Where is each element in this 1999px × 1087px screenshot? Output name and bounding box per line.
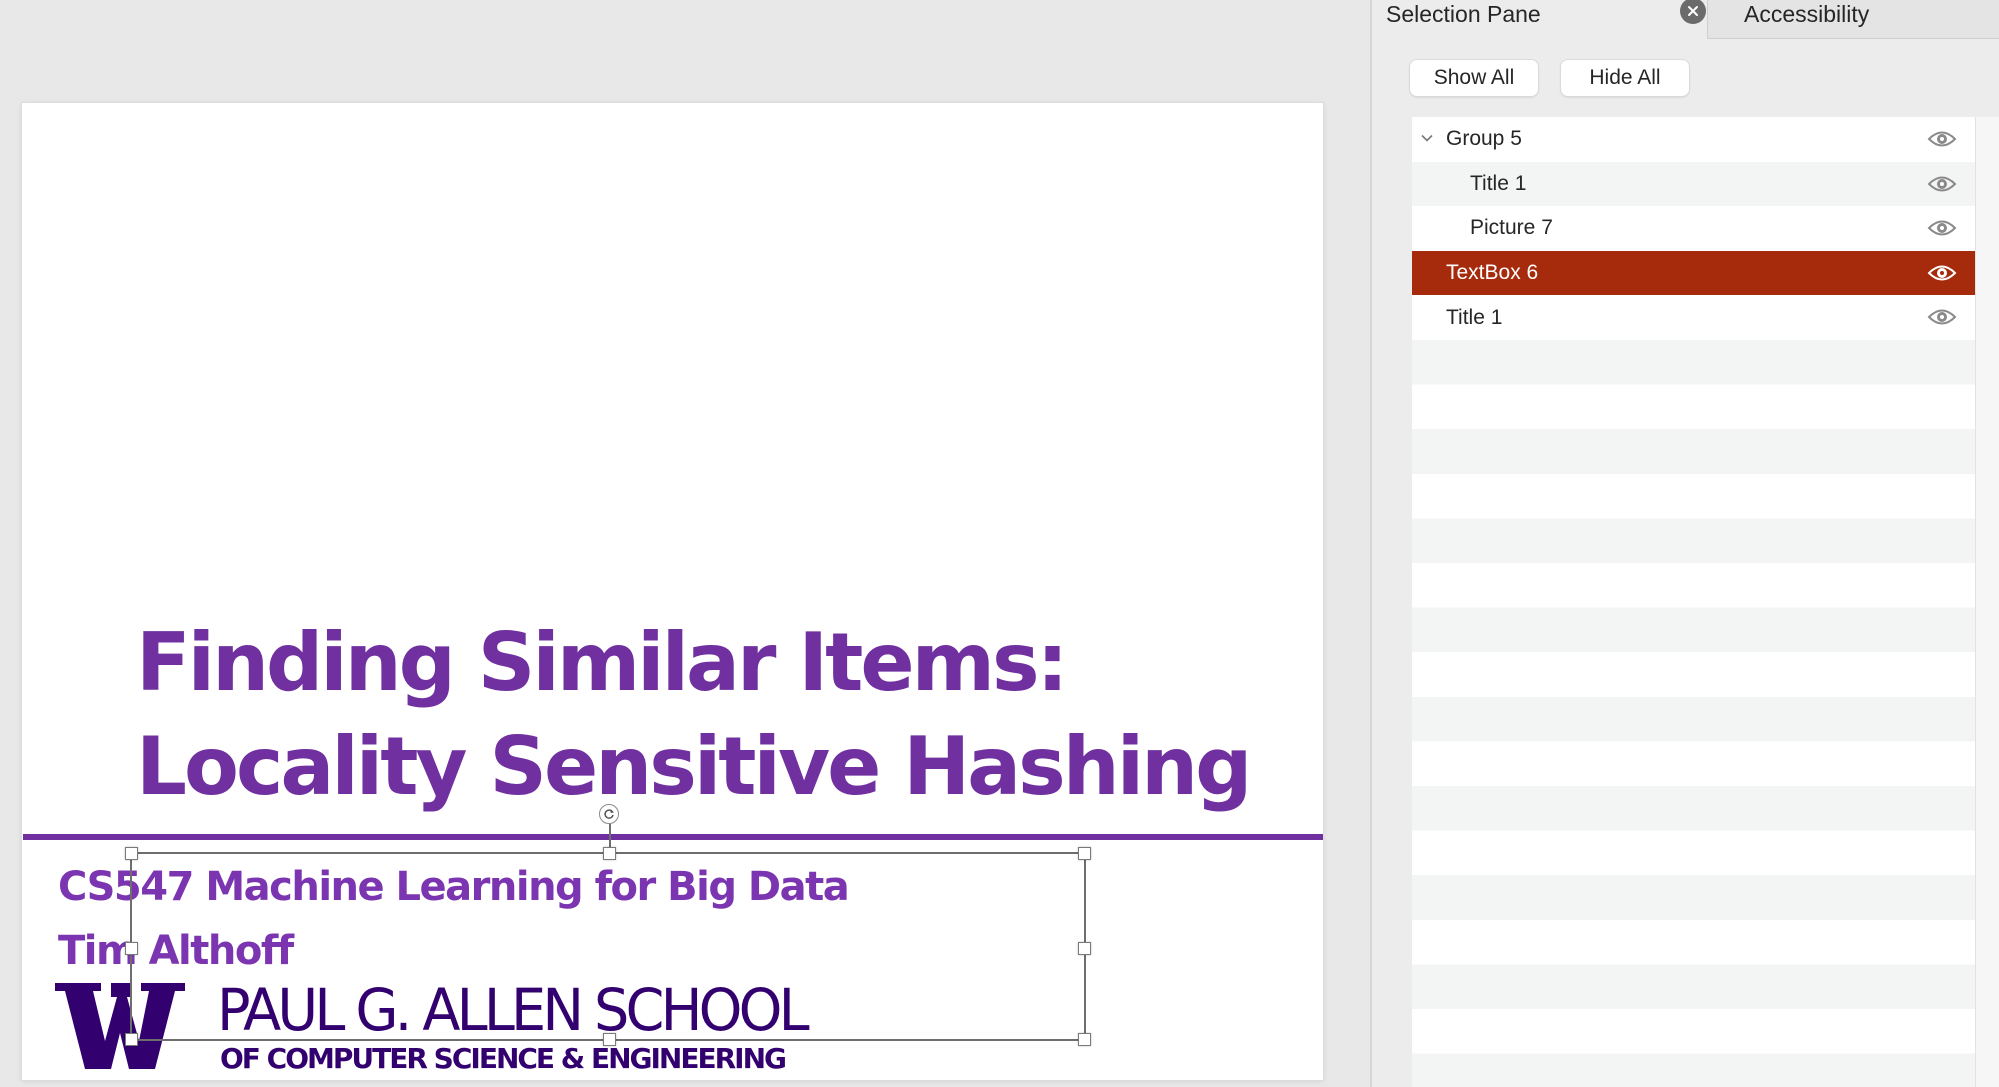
logo-text-department: OF COMPUTER SCIENCE & ENGINEERING [220,1042,787,1075]
resize-handle-left[interactable] [125,942,138,955]
list-scroll-gutter [1975,117,1999,1087]
list-item-label: Group 5 [1446,127,1522,151]
list-item-label: TextBox 6 [1446,261,1539,285]
slide-title-line-2: Locality Sensitive Hashing [136,720,1252,813]
list-item-label: Title 1 [1470,171,1527,195]
show-all-button[interactable]: Show All [1410,60,1538,96]
chevron-down-icon[interactable] [1419,130,1435,146]
title-divider-line [23,834,1323,840]
slide[interactable]: Finding Similar Items: Locality Sensitiv… [22,103,1323,1080]
list-item-textbox-6[interactable]: TextBox 6 [1412,250,1975,296]
resize-handle-bottom-left[interactable] [125,1033,138,1046]
eye-icon[interactable] [1927,262,1957,284]
eye-icon[interactable] [1927,173,1957,195]
eye-icon[interactable] [1927,217,1957,239]
eye-icon[interactable] [1927,306,1957,328]
eye-icon[interactable] [1927,128,1957,150]
list-item-title-1-child[interactable]: Title 1 [1412,161,1975,207]
tab-selection-pane[interactable]: Selection Pane [1386,0,1721,39]
selection-pane: Selection Pane Accessibility Show All Hi… [1372,0,1999,1087]
tab-accessibility-label: Accessibility [1744,0,1870,27]
list-item-label: Picture 7 [1470,216,1553,240]
rotate-handle-icon[interactable] [599,804,619,824]
tab-accessibility[interactable]: Accessibility [1707,0,1999,39]
slide-title-line-1: Finding Similar Items: [136,616,1069,709]
resize-handle-top[interactable] [603,847,616,860]
list-item-picture-7[interactable]: Picture 7 [1412,206,1975,251]
list-item-group-5[interactable]: Group 5 [1412,117,1975,162]
list-item-title-1[interactable]: Title 1 [1412,295,1975,340]
list-item-label: Title 1 [1446,305,1503,329]
slide-canvas: Finding Similar Items: Locality Sensitiv… [0,0,1371,1087]
resize-handle-bottom[interactable] [603,1033,616,1046]
selection-list[interactable]: Group 5 Title 1 Picture 7 TextBox 6 Titl… [1412,117,1975,1087]
close-circle-icon[interactable] [1680,0,1706,24]
resize-handle-right[interactable] [1078,942,1091,955]
tab-selection-pane-label: Selection Pane [1386,1,1541,27]
slide-title[interactable]: Finding Similar Items: Locality Sensitiv… [136,611,1252,819]
hide-all-button[interactable]: Hide All [1561,60,1689,96]
resize-handle-bottom-right[interactable] [1078,1033,1091,1046]
textbox-selection-frame[interactable] [125,804,1091,1046]
resize-handle-top-left[interactable] [125,847,138,860]
resize-handle-top-right[interactable] [1078,847,1091,860]
